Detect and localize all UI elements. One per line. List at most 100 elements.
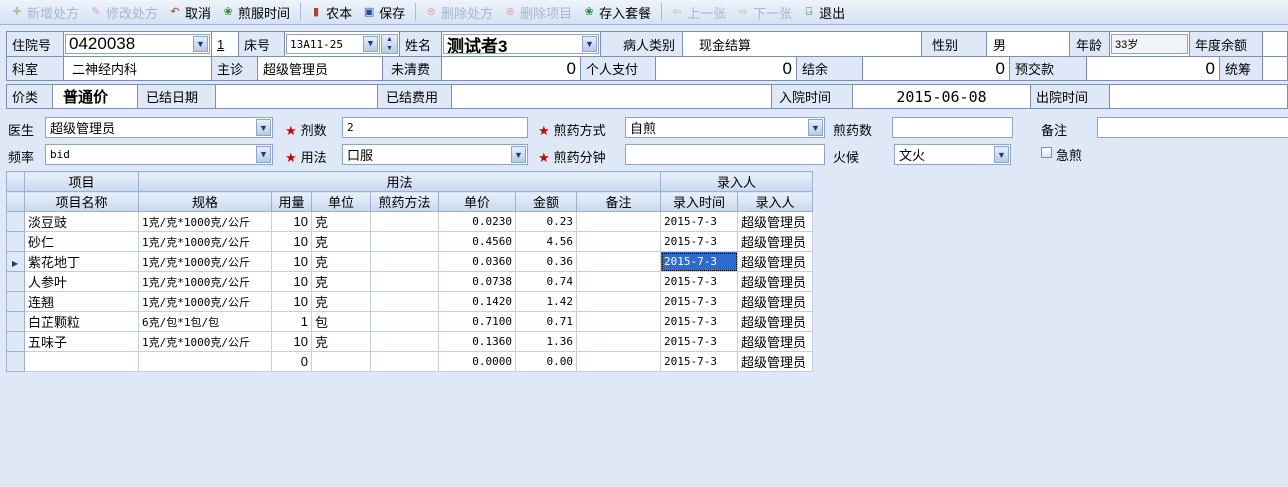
table-cell[interactable]: 10 [271,211,312,232]
table-cell[interactable] [576,351,661,372]
table-cell[interactable] [370,231,439,252]
urgent-checkbox[interactable] [1041,147,1052,158]
save-button[interactable]: ▣ 保存 [358,1,409,23]
table-cell[interactable]: 0.00 [515,351,577,372]
table-cell[interactable] [370,351,439,372]
bed-combo[interactable]: 13A11-25 ▼ [286,34,380,54]
row-selector[interactable] [6,311,25,332]
table-cell[interactable]: 克 [311,251,371,272]
chevron-down-icon[interactable]: ▼ [193,36,208,52]
decoct-minutes-input[interactable] [625,144,825,165]
table-cell[interactable]: 连翘 [24,291,139,312]
table-cell[interactable] [370,331,439,352]
row-selector[interactable] [6,351,25,372]
table-cell[interactable]: 紫花地丁 [24,251,139,272]
table-cell[interactable]: 1克/克*1000克/公斤 [138,271,272,292]
table-cell[interactable]: 2015-7-3 [660,291,738,312]
doses-input[interactable]: 2 [342,117,528,138]
table-cell[interactable]: 白芷颗粒 [24,311,139,332]
cancel-button[interactable]: ↶ 取消 [164,1,215,23]
chevron-down-icon[interactable]: ▼ [994,146,1009,163]
table-cell[interactable] [370,251,439,272]
bed-spinner-icon[interactable]: ▲ ▼ [381,34,398,54]
table-cell[interactable]: 2015-7-3 [660,331,738,352]
chevron-down-icon[interactable]: ▼ [808,119,823,136]
table-row[interactable]: ▶ 紫花地丁 1克/克*1000克/公斤 10 克 0.0360 0.36 2015-7-3 超… [6,251,814,272]
row-selector[interactable]: ▶ [6,251,25,272]
table-cell[interactable]: 人参叶 [24,271,139,292]
table-cell[interactable]: 1.42 [515,291,577,312]
table-row[interactable]: 人参叶 1克/克*1000克/公斤 10 克 0.0738 0.74 2015-7-3 超级管… [6,271,814,292]
table-cell[interactable]: 2015-7-3 [660,351,738,372]
table-cell[interactable]: 10 [271,291,312,312]
table-cell[interactable]: 克 [311,271,371,292]
inpatient-no-combo[interactable]: 0420038 ▼ [65,34,210,54]
table-cell[interactable]: 0 [271,351,312,372]
delete-prescription-button[interactable]: ⊗ 删除处方 [420,1,497,23]
group-header-item[interactable]: 项目 [24,171,139,192]
table-cell[interactable] [576,331,661,352]
chevron-down-icon[interactable]: ▼ [511,146,526,163]
table-cell[interactable]: 0.36 [515,251,577,272]
table-cell[interactable]: 0.1420 [438,291,516,312]
table-cell[interactable] [370,271,439,292]
remark-input[interactable] [1097,117,1288,138]
table-cell[interactable]: 超级管理员 [736,291,814,312]
table-cell[interactable]: 0.4560 [438,231,516,252]
table-cell[interactable] [576,291,661,312]
table-cell[interactable]: 1克/克*1000克/公斤 [138,211,272,232]
table-row[interactable]: 五味子 1克/克*1000克/公斤 10 克 0.1360 1.36 2015-7-3 超级管… [6,331,814,352]
table-cell[interactable]: 克 [311,211,371,232]
table-cell[interactable]: 克 [311,291,371,312]
column-header[interactable]: 项目名称 [24,191,139,212]
table-cell[interactable]: 1克/克*1000克/公斤 [138,231,272,252]
nongben-button[interactable]: ▮ 农本 [305,1,356,23]
table-cell[interactable] [576,231,661,252]
row-selector[interactable] [6,291,25,312]
chevron-down-icon[interactable]: ▼ [256,119,271,136]
frequency-combo[interactable]: bid ▼ [45,144,273,165]
table-cell[interactable] [576,271,661,292]
table-cell[interactable]: 10 [271,231,312,252]
row-selector[interactable] [6,211,25,232]
decoct-method-combo[interactable]: 自煎 ▼ [625,117,825,138]
table-cell[interactable]: 10 [271,271,312,292]
chevron-down-icon[interactable]: ▼ [582,36,597,52]
table-cell[interactable]: 0.0360 [438,251,516,272]
table-row[interactable]: 连翘 1克/克*1000克/公斤 10 克 0.1420 1.42 2015-7-3 超级管理… [6,291,814,312]
table-cell[interactable]: 1克/克*1000克/公斤 [138,251,272,272]
table-cell[interactable]: 超级管理员 [736,311,814,332]
table-cell[interactable]: 2015-7-3 [660,231,738,252]
table-cell[interactable] [576,251,661,272]
column-header[interactable]: 备注 [576,191,661,212]
table-cell[interactable]: 淡豆豉 [24,211,139,232]
table-row[interactable]: 0 0.0000 0.00 2015-7-3 超级管理员 [6,351,814,372]
decoct-time-button[interactable]: ❀ 煎服时间 [217,1,294,23]
table-cell[interactable]: 超级管理员 [736,271,814,292]
table-cell[interactable]: 10 [271,331,312,352]
table-cell[interactable] [370,291,439,312]
column-header[interactable]: 录入时间 [660,191,738,212]
fire-combo[interactable]: 文火 ▼ [894,144,1011,165]
table-cell[interactable] [24,351,139,372]
name-combo[interactable]: 测试者3 ▼ [443,34,599,54]
table-cell[interactable] [370,311,439,332]
table-cell[interactable] [576,311,661,332]
group-header-entry[interactable]: 录入人 [659,171,814,192]
table-cell[interactable]: 0.74 [515,271,577,292]
column-header[interactable]: 金额 [515,191,577,212]
table-cell[interactable] [311,351,371,372]
save-package-button[interactable]: ❀ 存入套餐 [578,1,655,23]
column-header[interactable]: 煎药方法 [370,191,439,212]
sequence-link[interactable]: 1 [212,32,239,56]
column-header[interactable]: 录入人 [736,191,814,212]
table-cell[interactable]: 砂仁 [24,231,139,252]
table-cell[interactable] [138,351,272,372]
row-selector[interactable] [6,231,25,252]
new-prescription-button[interactable]: ✚ 新增处方 [6,1,83,23]
chevron-down-icon[interactable]: ▼ [256,146,271,163]
table-cell[interactable]: 10 [271,251,312,272]
column-header[interactable]: 单价 [438,191,516,212]
table-cell[interactable]: 超级管理员 [736,251,814,272]
table-cell[interactable]: 1.36 [515,331,577,352]
